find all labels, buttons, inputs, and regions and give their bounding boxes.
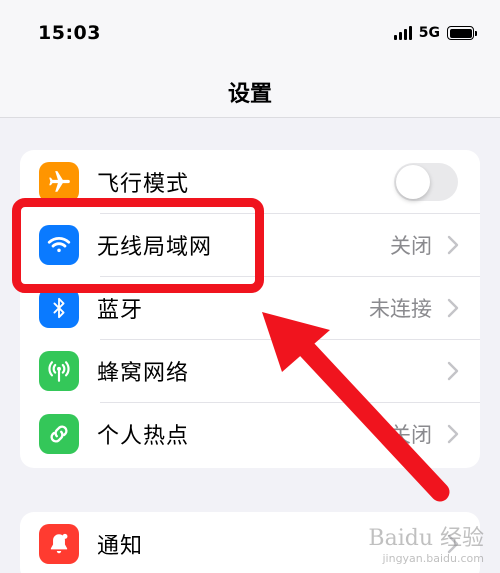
watermark-brand: Baidu 经验: [368, 526, 484, 551]
watermark: Baidu 经验 jingyan.baidu.com: [368, 520, 484, 565]
red-arrow-annotation: [262, 312, 450, 502]
watermark-url: jingyan.baidu.com: [382, 552, 484, 565]
